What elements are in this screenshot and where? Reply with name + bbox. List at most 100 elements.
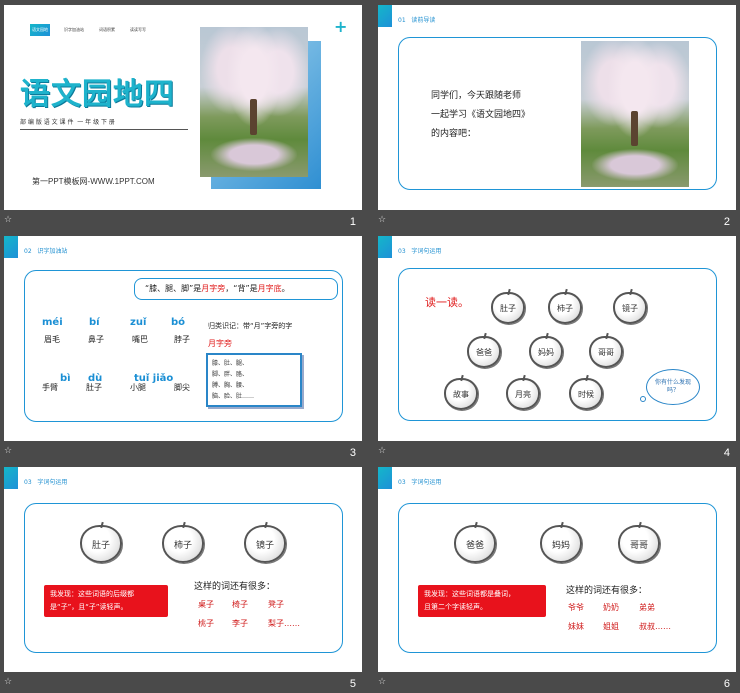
word: 桃子 bbox=[198, 619, 214, 628]
slide1-tab-2: 词语积累 bbox=[99, 27, 115, 32]
word: 弟弟 bbox=[639, 603, 655, 612]
hanzi: 小腿 bbox=[130, 383, 146, 392]
section-label: 03 字词句运用 bbox=[24, 479, 68, 486]
pinyin: zuǐ bbox=[130, 317, 147, 328]
slide-1: 语文园地 识字加油站 词语积累 读读写写 语文园地四 部 编 版 语 文 课 件… bbox=[4, 5, 362, 210]
note-label: 归类识记：带“月”字旁的字 bbox=[208, 322, 293, 330]
slide-thumbnail-6[interactable]: 03 字词句运用 爸爸 妈妈 哥哥 我发现：这些词语都是叠词， 且第二个字读轻声… bbox=[378, 467, 736, 690]
slide1-tab-1: 识字加油站 bbox=[64, 27, 84, 32]
slide-number: 3 bbox=[349, 447, 356, 459]
thought-cloud: 你有什么发现吗？ bbox=[646, 369, 700, 405]
section-label: 03 字词句运用 bbox=[398, 248, 442, 255]
star-icon: ☆ bbox=[378, 215, 387, 225]
pinyin: bì bbox=[60, 373, 71, 384]
apple-word: 哥哥 bbox=[589, 336, 623, 368]
plus-icon: + bbox=[334, 17, 348, 36]
discovery-line: 且第二个字读轻声。 bbox=[424, 603, 487, 611]
slide-thumbnail-5[interactable]: 03 字词句运用 肚子 柿子 镜子 我发现：这些词语的后缀都 是“子”，且“子”… bbox=[4, 467, 362, 690]
corner-accent bbox=[378, 236, 392, 258]
pinyin: méi bbox=[42, 317, 63, 328]
word: 爷爷 bbox=[568, 603, 584, 612]
text-line: 同学们，今天跟随老师 bbox=[431, 91, 522, 101]
word: 桌子 bbox=[198, 600, 214, 609]
speech-bubble: “膝、腿、脚”是月字旁，“背”是月字底。 bbox=[134, 278, 338, 300]
slide1-subtitle: 部 编 版 语 文 课 件 一 年 级 下 册 bbox=[20, 119, 115, 126]
discovery-box: 我发现：这些词语的后缀都 是“子”，且“子”读轻声。 bbox=[44, 585, 168, 617]
slide-thumbnail-4[interactable]: 03 字词句运用 读一读。 肚子 柿子 镜子 爸爸 妈妈 哥哥 故事 月亮 时候… bbox=[378, 236, 736, 459]
star-icon: ☆ bbox=[378, 446, 387, 456]
bubble-red: 月字底 bbox=[257, 284, 282, 293]
discovery-line: 我发现：这些词语都是叠词， bbox=[424, 590, 515, 598]
slide1-title: 语文园地四 bbox=[20, 77, 175, 112]
char-line: 膊、胸、腰、 bbox=[212, 382, 249, 389]
word: 李子 bbox=[232, 619, 248, 628]
bubble-text: 。 bbox=[281, 284, 290, 293]
char-line: 脚、胖、胳、 bbox=[212, 371, 249, 378]
cloud-text: 你有什么发现吗？ bbox=[655, 379, 692, 394]
star-icon: ☆ bbox=[4, 446, 13, 456]
pinyin: bó bbox=[171, 317, 186, 328]
word: 梨子…… bbox=[268, 619, 300, 628]
cherry-tree-image bbox=[581, 41, 689, 187]
apple-word: 爸爸 bbox=[467, 336, 501, 368]
word: 叔叔…… bbox=[639, 622, 671, 631]
apple-word: 肚子 bbox=[80, 525, 122, 563]
word: 妹妹 bbox=[568, 622, 584, 631]
text-line: 的内容吧： bbox=[431, 129, 477, 139]
apple-word: 哥哥 bbox=[618, 525, 660, 563]
slide-thumbnail-1[interactable]: 语文园地 识字加油站 词语积累 读读写写 语文园地四 部 编 版 语 文 课 件… bbox=[4, 5, 362, 228]
slide1-tab-3: 读读写写 bbox=[130, 27, 146, 32]
slide-3: 02 识字加油站 “膝、腿、脚”是月字旁，“背”是月字底。 méi 眉毛 bí … bbox=[4, 236, 362, 441]
bubble-red: 月字旁 bbox=[201, 284, 226, 293]
apple-word: 镜子 bbox=[244, 525, 286, 563]
apple-word: 柿子 bbox=[162, 525, 204, 563]
word: 奶奶 bbox=[603, 603, 619, 612]
slide2-text: 同学们，今天跟随老师 一起学习《语文园地四》 的内容吧： bbox=[431, 87, 530, 144]
slide-5: 03 字词句运用 肚子 柿子 镜子 我发现：这些词语的后缀都 是“子”，且“子”… bbox=[4, 467, 362, 672]
note-red: 月字旁 bbox=[208, 339, 232, 348]
hanzi: 脖子 bbox=[174, 335, 190, 344]
apple-word: 时候 bbox=[569, 378, 603, 410]
corner-accent bbox=[378, 5, 392, 27]
apple-word: 妈妈 bbox=[540, 525, 582, 563]
discovery-line: 是“子”，且“子”读轻声。 bbox=[50, 603, 128, 611]
apple-word: 镜子 bbox=[613, 292, 647, 324]
apple-word: 爸爸 bbox=[454, 525, 496, 563]
read-label: 读一读。 bbox=[425, 296, 469, 309]
slide-number: 4 bbox=[723, 447, 730, 459]
discovery-line: 我发现：这些词语的后缀都 bbox=[50, 590, 134, 598]
hanzi: 眉毛 bbox=[44, 335, 60, 344]
slide-number: 6 bbox=[723, 678, 730, 690]
apple-word: 柿子 bbox=[548, 292, 582, 324]
cherry-tree-image bbox=[200, 27, 308, 177]
hanzi: 脚尖 bbox=[174, 383, 190, 392]
word: 椅子 bbox=[232, 600, 248, 609]
star-icon: ☆ bbox=[4, 677, 13, 687]
more-words-heading: 这样的词还有很多： bbox=[194, 582, 276, 592]
pinyin: bí bbox=[89, 317, 100, 328]
section-label: 03 字词句运用 bbox=[398, 479, 442, 486]
section-label: 01 读前导读 bbox=[398, 17, 436, 24]
star-icon: ☆ bbox=[378, 677, 387, 687]
slide-number: 1 bbox=[349, 216, 356, 228]
slide-thumbnail-3[interactable]: 02 识字加油站 “膝、腿、脚”是月字旁，“背”是月字底。 méi 眉毛 bí … bbox=[4, 236, 362, 459]
section-label: 02 识字加油站 bbox=[24, 248, 68, 255]
cloud-dot bbox=[640, 396, 646, 402]
slide-6: 03 字词句运用 爸爸 妈妈 哥哥 我发现：这些词语都是叠词， 且第二个字读轻声… bbox=[378, 467, 736, 672]
char-line: 膝、肚、腿、 bbox=[212, 360, 249, 367]
hanzi: 手臂 bbox=[42, 383, 58, 392]
hanzi: 嘴巴 bbox=[132, 335, 148, 344]
slide-number: 5 bbox=[349, 678, 356, 690]
slide-thumbnail-2[interactable]: 01 读前导读 同学们，今天跟随老师 一起学习《语文园地四》 的内容吧： ☆ 2 bbox=[378, 5, 736, 228]
bubble-text: “膝、腿、脚”是 bbox=[145, 284, 202, 293]
slide1-divider bbox=[20, 129, 188, 130]
apple-word: 妈妈 bbox=[529, 336, 563, 368]
apple-word: 故事 bbox=[444, 378, 478, 410]
slide1-footer: 第一PPT模板网-WWW.1PPT.COM bbox=[32, 177, 155, 186]
discovery-box: 我发现：这些词语都是叠词， 且第二个字读轻声。 bbox=[418, 585, 546, 617]
corner-accent bbox=[4, 236, 18, 258]
hanzi: 肚子 bbox=[86, 383, 102, 392]
char-box: 膝、肚、腿、 脚、胖、胳、 膊、胸、腰、 脑、脸、肚…… bbox=[206, 353, 302, 407]
text-line: 一起学习《语文园地四》 bbox=[431, 110, 531, 120]
char-line: 脑、脸、肚…… bbox=[212, 393, 255, 400]
